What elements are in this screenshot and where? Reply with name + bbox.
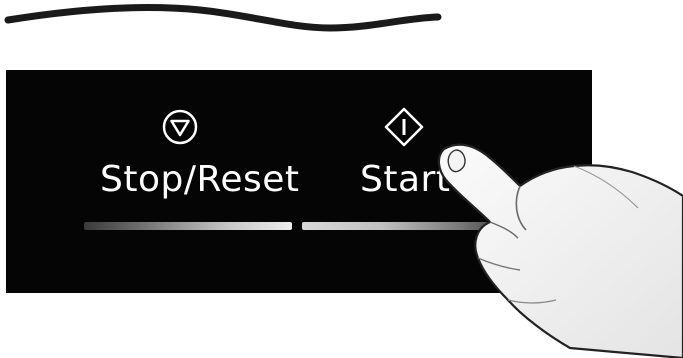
hand-pressing-icon: [437, 143, 683, 358]
